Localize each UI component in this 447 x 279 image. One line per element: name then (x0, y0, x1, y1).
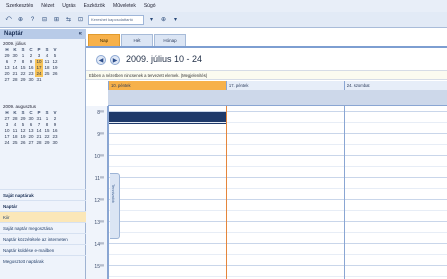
grid-line (108, 232, 447, 233)
week-view-icon[interactable]: ⊞ (52, 15, 61, 25)
grid-line (108, 265, 447, 266)
grid-line (108, 243, 447, 244)
dropdown-icon[interactable]: ▾ (147, 15, 156, 25)
navigation-pane: Naptár « 2009. július H K S C P S V 29 30 1 2 3 4 5 6 7 8… (0, 29, 86, 279)
grid-line (108, 188, 447, 189)
day-headers: 10. péntek 17. péntek 24. szombat (108, 81, 447, 90)
day-cell[interactable]: 26 (19, 140, 27, 146)
day-cell[interactable] (43, 77, 51, 83)
today-column-border (226, 106, 227, 279)
day-cell[interactable]: 28 (11, 77, 19, 83)
prev-button[interactable]: ◀ (96, 55, 106, 65)
grid-line (108, 276, 447, 277)
chevron-down-icon[interactable]: ▾ (171, 15, 180, 25)
day-header[interactable]: 17. péntek (225, 81, 344, 90)
grid-line (108, 166, 447, 167)
time-grid[interactable] (108, 106, 447, 279)
mini-calendar-august: 2009. augusztus H K S C P S V 27 28 29 30 31 1 2 3 4 5 6 7 8… (3, 104, 83, 146)
collapse-icon[interactable]: « (79, 31, 82, 37)
grid-line (108, 210, 447, 211)
day-cell[interactable] (51, 77, 59, 83)
week-row: 27 28 29 30 31 (3, 77, 83, 83)
grid-line (108, 122, 447, 123)
menu-item[interactable]: Szerkesztés (6, 3, 33, 9)
day-cell[interactable]: 27 (3, 77, 11, 83)
grid-line (108, 177, 447, 178)
time-column: 8⁰⁰ 9⁰⁰ 10⁰⁰ 11⁰⁰ 12⁰⁰ 13⁰⁰ 14⁰⁰ 15⁰⁰ (86, 106, 108, 279)
menu-item[interactable]: Ugrás (62, 3, 75, 9)
day-column-divider (108, 106, 109, 279)
nav-list-item[interactable]: Megosztott naptárak (0, 255, 86, 266)
day-cell[interactable]: 29 (43, 140, 51, 146)
grid-line (108, 144, 447, 145)
toolbar: ⤺ ⊕ ? ⊟ ⊞ ⇆ ⊡ Kereshet kapcsolattartó ▾ … (0, 12, 447, 28)
time-label: 9⁰⁰ (97, 132, 104, 138)
nav-list-item[interactable]: Saját naptár megosztása (0, 222, 86, 233)
day-cell[interactable]: 30 (27, 77, 35, 83)
calendar-icon[interactable]: ⊟ (40, 15, 49, 25)
view-tabs: Nap Hét Hónap (86, 34, 447, 46)
menu-item[interactable]: Eszközök (84, 3, 105, 9)
time-label: 14⁰⁰ (94, 242, 104, 248)
calendar-header: ◀ ▶ 2009. július 10 - 24 (86, 46, 447, 70)
menu-item[interactable]: Nézet (41, 3, 54, 9)
time-label: 15⁰⁰ (94, 264, 104, 270)
help-icon[interactable]: ? (28, 15, 37, 25)
day-header[interactable]: 10. péntek (108, 81, 226, 90)
grid-line (108, 221, 447, 222)
nav-list-item[interactable]: Naptár küldése e-mailben (0, 244, 86, 255)
time-label: 11⁰⁰ (94, 176, 104, 182)
nav-list-item[interactable]: Naptár közzététele az interneten (0, 233, 86, 244)
todo-bar-tab[interactable]: Tennivalók (110, 173, 120, 239)
day-cell[interactable]: 31 (35, 77, 43, 83)
todo-bar-label: Tennivalók (111, 184, 116, 203)
day-header[interactable]: 24. szombat (343, 81, 447, 90)
options-icon[interactable]: ⊕ (159, 15, 168, 25)
menu-item[interactable]: Műveletek (113, 3, 136, 9)
nav-header-title: Naptár (4, 31, 24, 37)
day-cell[interactable]: 25 (11, 140, 19, 146)
menu-bar: Szerkesztés Nézet Ugrás Eszközök Műveletek Sú… (0, 0, 447, 12)
undo-icon[interactable]: ⤺ (4, 15, 13, 25)
nav-header: Naptár « (0, 29, 86, 39)
nav-list-item[interactable]: Naptár (0, 200, 86, 211)
tab-week[interactable]: Hét (121, 34, 153, 46)
nav-list: Saját naptárak Naptár Kiir Saját naptár meg… (0, 189, 86, 266)
time-label: 12⁰⁰ (94, 198, 104, 204)
contact-search-input[interactable]: Kereshet kapcsolattartó (88, 14, 144, 25)
time-label: 13⁰⁰ (94, 220, 104, 226)
next-button[interactable]: ▶ (110, 55, 120, 65)
menu-item[interactable]: Súgó (144, 3, 156, 9)
date-range-title: 2009. július 10 - 24 (126, 54, 203, 64)
day-cell[interactable]: 24 (3, 140, 11, 146)
day-cell[interactable]: 30 (51, 140, 59, 146)
grid-line (108, 254, 447, 255)
day-cell[interactable]: 27 (27, 140, 35, 146)
all-day-event-bar[interactable] (108, 90, 447, 106)
time-label: 8⁰⁰ (97, 110, 104, 116)
sync-icon[interactable]: ⇆ (64, 15, 73, 25)
grid-line (108, 199, 447, 200)
info-bar[interactable]: Ebben a nézetben nincsenek a tervezett e… (86, 70, 447, 80)
time-label: 10⁰⁰ (94, 154, 104, 160)
grid-line (108, 133, 447, 134)
week-row: 24 25 26 27 28 29 30 (3, 140, 83, 146)
day-column-divider (344, 106, 345, 279)
day-cell[interactable]: 28 (35, 140, 43, 146)
tab-month[interactable]: Hónap (154, 34, 186, 46)
day-cell[interactable]: 29 (19, 77, 27, 83)
tab-day[interactable]: Nap (88, 34, 120, 46)
grid-line (108, 155, 447, 156)
grid-line (108, 111, 447, 112)
new-item-icon[interactable]: ⊕ (16, 15, 25, 25)
nav-list-item[interactable]: Saját naptárak (0, 189, 86, 200)
address-book-icon[interactable]: ⊡ (76, 15, 85, 25)
mini-calendar-july: 2009. július H K S C P S V 29 30 1 2 3 4 5 6 7 8 9 10 11 12 13… (3, 41, 83, 83)
nav-list-item[interactable]: Kiir (0, 211, 86, 222)
